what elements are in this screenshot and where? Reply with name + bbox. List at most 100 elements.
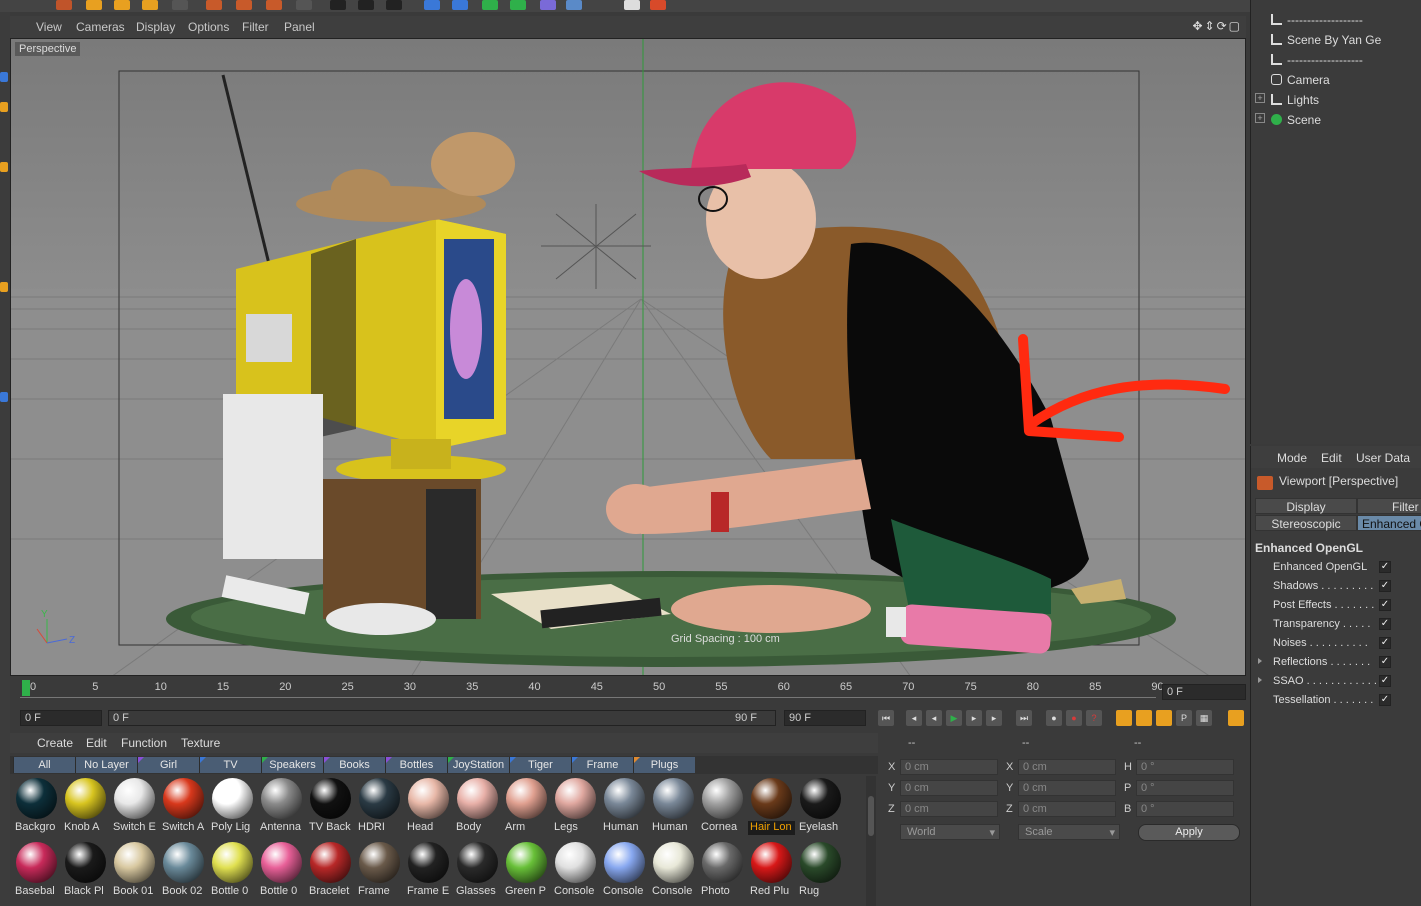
material-tab[interactable]: Frame [571, 757, 633, 773]
material-swatch[interactable]: Eyelash [797, 776, 844, 836]
menu-cameras[interactable]: Cameras [76, 20, 125, 34]
material-swatch[interactable]: Frame [356, 840, 403, 900]
z-axis-icon[interactable] [266, 0, 282, 10]
material-swatch[interactable]: Backgro [13, 776, 60, 836]
tab-stereoscopic[interactable]: Stereoscopic [1255, 515, 1357, 531]
material-swatch[interactable]: Basebal [13, 840, 60, 900]
material-swatch[interactable]: Console [650, 840, 697, 900]
coordinate-field[interactable]: 0 cm [900, 759, 998, 775]
prev-frame-icon[interactable]: ◂ [926, 710, 942, 726]
next-frame-icon[interactable]: ▸ [966, 710, 982, 726]
autokey-icon[interactable]: ● [1066, 710, 1082, 726]
expand-icon[interactable]: + [1255, 93, 1265, 103]
coordinate-system-icon[interactable] [296, 0, 312, 10]
next-key-icon[interactable]: ▸ [986, 710, 1002, 726]
key-scale-icon[interactable] [1136, 710, 1152, 726]
undo-icon[interactable] [56, 0, 72, 10]
menu-panel[interactable]: Panel [284, 20, 315, 34]
menu-options[interactable]: Options [188, 20, 229, 34]
tab-enhanced-opengl[interactable]: Enhanced OpenGL [1357, 515, 1421, 531]
material-swatch[interactable]: Bottle 0 [209, 840, 256, 900]
mode-icon[interactable] [0, 72, 8, 82]
tab-display[interactable]: Display [1255, 498, 1357, 514]
menu-view[interactable]: View [36, 20, 62, 34]
material-tab[interactable]: Speakers [261, 757, 323, 773]
material-swatch[interactable]: Legs [552, 776, 599, 836]
coordinate-field[interactable]: 0 cm [900, 801, 998, 817]
material-swatch[interactable]: Photo [699, 840, 746, 900]
material-swatch[interactable]: Console [601, 840, 648, 900]
material-tab[interactable]: No Layer [75, 757, 137, 773]
rotate-icon[interactable] [142, 0, 158, 10]
material-tab[interactable]: Tiger [509, 757, 571, 773]
option-checkbox[interactable]: ✓ [1379, 656, 1391, 668]
render-view-icon[interactable] [330, 0, 346, 10]
material-swatch[interactable]: Antenna [258, 776, 305, 836]
material-tab[interactable]: Plugs [633, 757, 695, 773]
material-swatch[interactable]: Hair Lon [748, 776, 795, 836]
move-icon[interactable] [86, 0, 102, 10]
material-swatch[interactable]: Switch A [160, 776, 207, 836]
coordinate-field[interactable]: 0 ° [1136, 801, 1234, 817]
viewport-navigation-icon[interactable]: ✥⇕⟳▢ [1192, 19, 1242, 33]
tab-filter[interactable]: Filter [1357, 498, 1421, 514]
menu-mode[interactable]: Mode [1277, 451, 1307, 465]
coordinate-field[interactable]: 0 ° [1136, 780, 1234, 796]
x-axis-icon[interactable] [206, 0, 222, 10]
option-checkbox[interactable]: ✓ [1379, 599, 1391, 611]
material-swatch[interactable]: Glasses [454, 840, 501, 900]
option-checkbox[interactable]: ✓ [1379, 618, 1391, 630]
material-tab[interactable]: JoyStation [447, 757, 509, 773]
current-frame-field[interactable]: 0 F [1162, 684, 1246, 700]
object-item[interactable]: Scene By Yan Ge [1251, 30, 1421, 50]
menu-texture[interactable]: Texture [181, 736, 220, 750]
material-swatch[interactable]: Book 01 [111, 840, 158, 900]
select-icon[interactable] [172, 0, 188, 10]
keyframe-help-icon[interactable]: ? [1086, 710, 1102, 726]
material-swatch[interactable]: Poly Lig [209, 776, 256, 836]
material-swatch[interactable]: Body [454, 776, 501, 836]
option-checkbox[interactable]: ✓ [1379, 561, 1391, 573]
material-scrollbar[interactable] [866, 776, 876, 906]
scale-icon[interactable] [114, 0, 130, 10]
object-item[interactable]: ------------------- [1251, 50, 1421, 70]
material-swatch[interactable]: Rug [797, 840, 844, 900]
key-rotation-icon[interactable] [1156, 710, 1172, 726]
option-checkbox[interactable]: ✓ [1379, 580, 1391, 592]
material-swatch[interactable]: Black Pl [62, 840, 109, 900]
coordinate-field[interactable]: 0 cm [1018, 759, 1116, 775]
material-swatch[interactable]: Red Plu [748, 840, 795, 900]
render-picture-icon[interactable] [358, 0, 374, 10]
preview-range-slider[interactable]: 0 F 90 F [108, 710, 776, 726]
coordinate-field[interactable]: 0 cm [1018, 801, 1116, 817]
record-icon[interactable]: ● [1046, 710, 1062, 726]
material-swatch[interactable]: TV Back [307, 776, 354, 836]
menu-function[interactable]: Function [121, 736, 167, 750]
spline-icon[interactable] [452, 0, 468, 10]
object-item[interactable]: ------------------- [1251, 10, 1421, 30]
expand-icon[interactable]: + [1255, 113, 1265, 123]
tool-icon[interactable] [0, 282, 8, 292]
material-tab[interactable]: Girl [137, 757, 199, 773]
transform-mode-dropdown[interactable]: Scale ▾ [1018, 824, 1120, 840]
menu-edit[interactable]: Edit [86, 736, 107, 750]
timeline[interactable]: 0 5 10 15 20 25 30 35 40 45 50 55 60 65 70 75 80 85 90 0 F [10, 679, 1246, 705]
material-swatch[interactable]: Console [552, 840, 599, 900]
option-checkbox[interactable]: ✓ [1379, 675, 1391, 687]
expand-arrow-icon[interactable] [1258, 677, 1262, 683]
light-icon[interactable] [624, 0, 640, 10]
material-tab[interactable]: TV [199, 757, 261, 773]
nurbs-icon[interactable] [482, 0, 498, 10]
material-swatch[interactable]: Book 02 [160, 840, 207, 900]
menu-edit-attr[interactable]: Edit [1321, 451, 1342, 465]
viewport-camera-label[interactable]: Perspective [15, 42, 81, 56]
render-icon[interactable] [650, 0, 666, 10]
apply-button[interactable]: Apply [1138, 824, 1240, 841]
material-swatch[interactable]: Cornea [699, 776, 746, 836]
viewport[interactable]: Perspective Y Z Grid Spacing : 100 cm [10, 38, 1246, 676]
object-item[interactable]: + Scene [1251, 110, 1421, 130]
go-start-icon[interactable]: ⏮ [878, 710, 894, 726]
material-swatch[interactable]: HDRI [356, 776, 403, 836]
deformer-icon[interactable] [540, 0, 556, 10]
key-param-icon[interactable]: P [1176, 710, 1192, 726]
